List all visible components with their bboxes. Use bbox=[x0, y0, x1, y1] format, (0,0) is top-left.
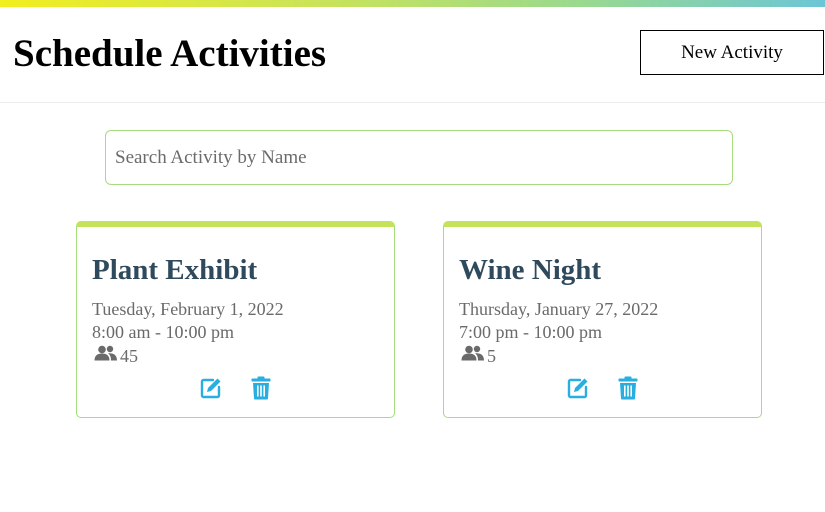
page-title: Schedule Activities bbox=[13, 32, 327, 75]
activity-card: Plant Exhibit Tuesday, February 1, 2022 … bbox=[76, 221, 395, 418]
card-actions bbox=[444, 374, 761, 402]
activity-date: Thursday, January 27, 2022 bbox=[459, 299, 659, 319]
people-icon bbox=[94, 345, 118, 366]
trash-icon[interactable] bbox=[245, 374, 277, 402]
activity-date: Tuesday, February 1, 2022 bbox=[92, 299, 284, 319]
top-gradient-bar bbox=[0, 0, 825, 7]
new-activity-button[interactable]: New Activity bbox=[640, 30, 824, 75]
edit-icon[interactable] bbox=[562, 374, 594, 402]
attendee-count-value: 5 bbox=[487, 345, 496, 366]
search-input[interactable] bbox=[105, 130, 733, 185]
activity-time: 8:00 am - 10:00 pm bbox=[92, 322, 234, 342]
attendee-count: 45 bbox=[94, 345, 138, 366]
people-icon bbox=[461, 345, 485, 366]
activity-time: 7:00 pm - 10:00 pm bbox=[459, 322, 602, 342]
attendee-count-value: 45 bbox=[120, 345, 138, 366]
activity-card: Wine Night Thursday, January 27, 2022 7:… bbox=[443, 221, 762, 418]
activity-name: Wine Night bbox=[459, 254, 602, 286]
activity-name: Plant Exhibit bbox=[92, 254, 258, 286]
page-header: Schedule Activities New Activity bbox=[0, 7, 825, 103]
trash-icon[interactable] bbox=[612, 374, 644, 402]
attendee-count: 5 bbox=[461, 345, 496, 366]
edit-icon[interactable] bbox=[195, 374, 227, 402]
card-actions bbox=[77, 374, 394, 402]
